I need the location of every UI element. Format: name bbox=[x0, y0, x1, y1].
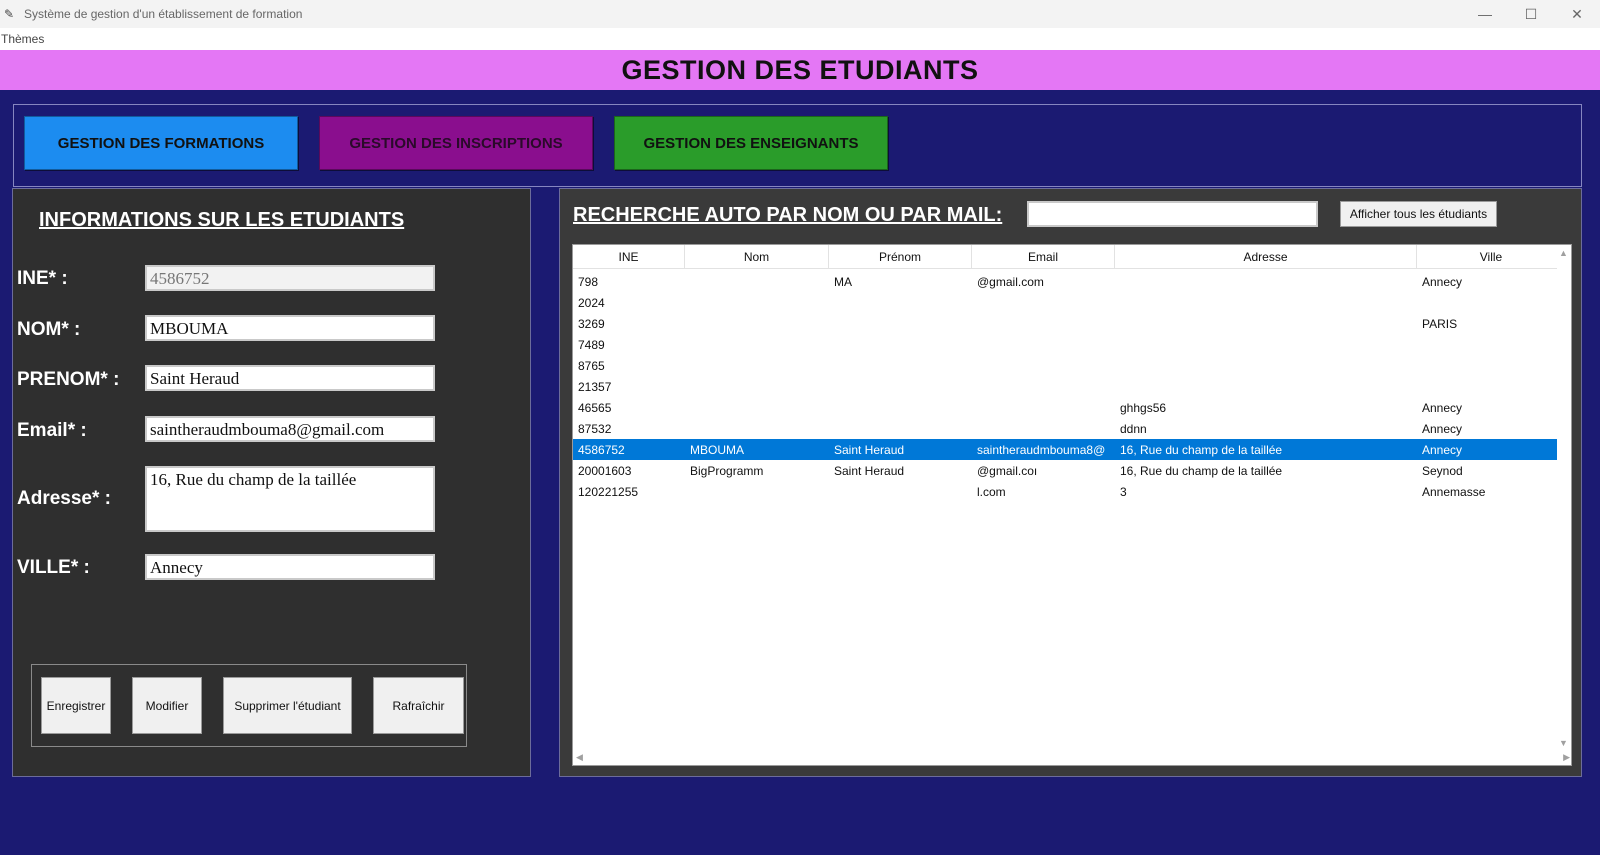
email-field[interactable]: saintheraudmbouma8@gmail.com bbox=[145, 416, 435, 442]
prenom-field[interactable]: Saint Heraud bbox=[145, 365, 435, 391]
table-row[interactable]: 87532 ddnn Annecy bbox=[573, 418, 1565, 439]
ville-field[interactable]: Annecy bbox=[145, 554, 435, 580]
table-cell: 16, Rue du champ de la taillée bbox=[1120, 463, 1283, 478]
search-input[interactable] bbox=[1027, 201, 1318, 227]
column-header-prenom[interactable]: Prénom bbox=[829, 245, 972, 269]
table-row[interactable]: 120221255 l.com 3 Annemasse bbox=[573, 481, 1565, 502]
table-cell: Annemasse bbox=[1422, 484, 1486, 499]
table-row[interactable]: 21357 bbox=[573, 376, 1565, 397]
scroll-right-icon[interactable]: ▶ bbox=[1563, 752, 1570, 763]
adresse-field[interactable]: 16, Rue du champ de la taillée bbox=[145, 466, 435, 532]
column-header-ville[interactable]: Ville bbox=[1417, 245, 1565, 269]
gestion-enseignants-button[interactable]: GESTION DES ENSEIGNANTS bbox=[614, 116, 888, 170]
scroll-up-icon[interactable]: ▲ bbox=[1559, 248, 1568, 258]
email-label: Email* : bbox=[17, 420, 87, 441]
table-cell: 4586752 bbox=[578, 442, 625, 457]
table-cell: @gmail.coı bbox=[977, 463, 1038, 478]
scroll-down-icon[interactable]: ▼ bbox=[1559, 738, 1568, 748]
prenom-label: PRENOM* : bbox=[17, 369, 120, 390]
close-button[interactable]: ✕ bbox=[1554, 0, 1600, 28]
table-cell: ddnn bbox=[1120, 421, 1147, 436]
column-header-nom[interactable]: Nom bbox=[685, 245, 829, 269]
table-row[interactable]: 8765 bbox=[573, 355, 1565, 376]
gestion-inscriptions-button[interactable]: GESTION DES INSCRIPTIONS bbox=[319, 116, 593, 170]
table-cell: BigProgramm bbox=[690, 463, 764, 478]
table-cell: 7489 bbox=[578, 337, 605, 352]
maximize-button[interactable]: ☐ bbox=[1508, 0, 1554, 28]
column-header-adresse[interactable]: Adresse bbox=[1115, 245, 1417, 269]
page-banner: GESTION DES ETUDIANTS bbox=[0, 50, 1600, 90]
ville-label: VILLE* : bbox=[17, 557, 90, 578]
ine-label: INE* : bbox=[17, 268, 68, 289]
window-title: Système de gestion d'un établissement de… bbox=[24, 7, 303, 21]
table-cell: @gmail.com bbox=[977, 274, 1044, 289]
table-cell: MA bbox=[834, 274, 852, 289]
table-cell: Annecy bbox=[1422, 421, 1463, 436]
table-cell: PARIS bbox=[1422, 316, 1458, 331]
table-cell: ghhgs56 bbox=[1120, 400, 1167, 415]
modifier-button[interactable]: Modifier bbox=[132, 677, 202, 734]
afficher-tous-button[interactable]: Afficher tous les étudiants bbox=[1340, 201, 1497, 227]
table-row[interactable]: 46565 ghhgs56 Annecy bbox=[573, 397, 1565, 418]
table-cell: 8765 bbox=[578, 358, 605, 373]
scroll-left-icon[interactable]: ◀ bbox=[576, 752, 583, 763]
table-cell: 120221255 bbox=[578, 484, 639, 499]
table-cell: Annecy bbox=[1422, 274, 1463, 289]
table-cell: MBOUMA bbox=[690, 442, 744, 457]
table-cell: Saint Heraud bbox=[834, 463, 905, 478]
table-cell: Seynod bbox=[1422, 463, 1463, 478]
table-cell: Saint Heraud bbox=[834, 442, 905, 457]
supprimer-etudiant-button[interactable]: Supprimer l'étudiant bbox=[223, 677, 352, 734]
table-header: INE Nom Prénom Email Adresse Ville bbox=[573, 245, 1565, 269]
nom-field[interactable]: MBOUMA bbox=[145, 315, 435, 341]
table-cell: 87532 bbox=[578, 421, 612, 436]
adresse-label: Adresse* : bbox=[17, 488, 111, 509]
table-cell: 2024 bbox=[578, 295, 605, 310]
table-cell: Annecy bbox=[1422, 400, 1463, 415]
table-cell: 3269 bbox=[578, 316, 605, 331]
search-label: RECHERCHE AUTO PAR NOM OU PAR MAIL: bbox=[573, 204, 1003, 226]
enregistrer-button[interactable]: Enregistrer bbox=[41, 677, 111, 734]
table-cell: 21357 bbox=[578, 379, 612, 394]
rafraichir-button[interactable]: Rafraîchir bbox=[373, 677, 464, 734]
students-table: INE Nom Prénom Email Adresse Ville 798 MA… bbox=[572, 244, 1572, 766]
table-cell: saintheraudmbouma8@ bbox=[977, 442, 1106, 457]
nom-label: NOM* : bbox=[17, 319, 81, 340]
column-header-email[interactable]: Email bbox=[972, 245, 1115, 269]
menu-item-themes[interactable]: Thèmes bbox=[0, 32, 44, 46]
table-body: 798 MA @gmail.com Annecy 2024 3269 PARIS 7489 87… bbox=[573, 271, 1565, 502]
ine-field[interactable]: 4586752 bbox=[145, 265, 435, 291]
table-cell: 3 bbox=[1120, 484, 1127, 499]
table-cell: l.com bbox=[977, 484, 1006, 499]
table-cell: 16, Rue du champ de la taillée bbox=[1120, 442, 1283, 457]
window-titlebar: ✎ Système de gestion d'un établissement … bbox=[0, 0, 1600, 28]
table-row[interactable]: 2024 bbox=[573, 292, 1565, 313]
table-row[interactable]: 798 MA @gmail.com Annecy bbox=[573, 271, 1565, 292]
page-title: GESTION DES ETUDIANTS bbox=[621, 54, 979, 85]
table-row[interactable]: 3269 PARIS bbox=[573, 313, 1565, 334]
student-info-heading: INFORMATIONS SUR LES ETUDIANTS bbox=[39, 209, 405, 231]
table-cell: 20001603 bbox=[578, 463, 632, 478]
table-row[interactable]: 7489 bbox=[573, 334, 1565, 355]
table-row[interactable]: 4586752 MBOUMA Saint Heraud saintheraudmbou… bbox=[573, 439, 1565, 460]
gestion-formations-button[interactable]: GESTION DES FORMATIONS bbox=[24, 116, 298, 170]
feather-icon: ✎ bbox=[4, 7, 15, 21]
table-row[interactable]: 20001603 BigProgramm Saint Heraud @gmail.co… bbox=[573, 460, 1565, 481]
column-header-ine[interactable]: INE bbox=[573, 245, 685, 269]
horizontal-scrollbar[interactable]: ◀ ▶ bbox=[573, 751, 1571, 765]
table-cell: 46565 bbox=[578, 400, 612, 415]
menu-bar: Thèmes bbox=[0, 28, 1600, 50]
table-cell: 798 bbox=[578, 274, 599, 289]
vertical-scrollbar[interactable]: ▲ ▼ bbox=[1557, 245, 1571, 751]
minimize-button[interactable]: — bbox=[1462, 0, 1508, 28]
table-cell: Annecy bbox=[1422, 442, 1463, 457]
